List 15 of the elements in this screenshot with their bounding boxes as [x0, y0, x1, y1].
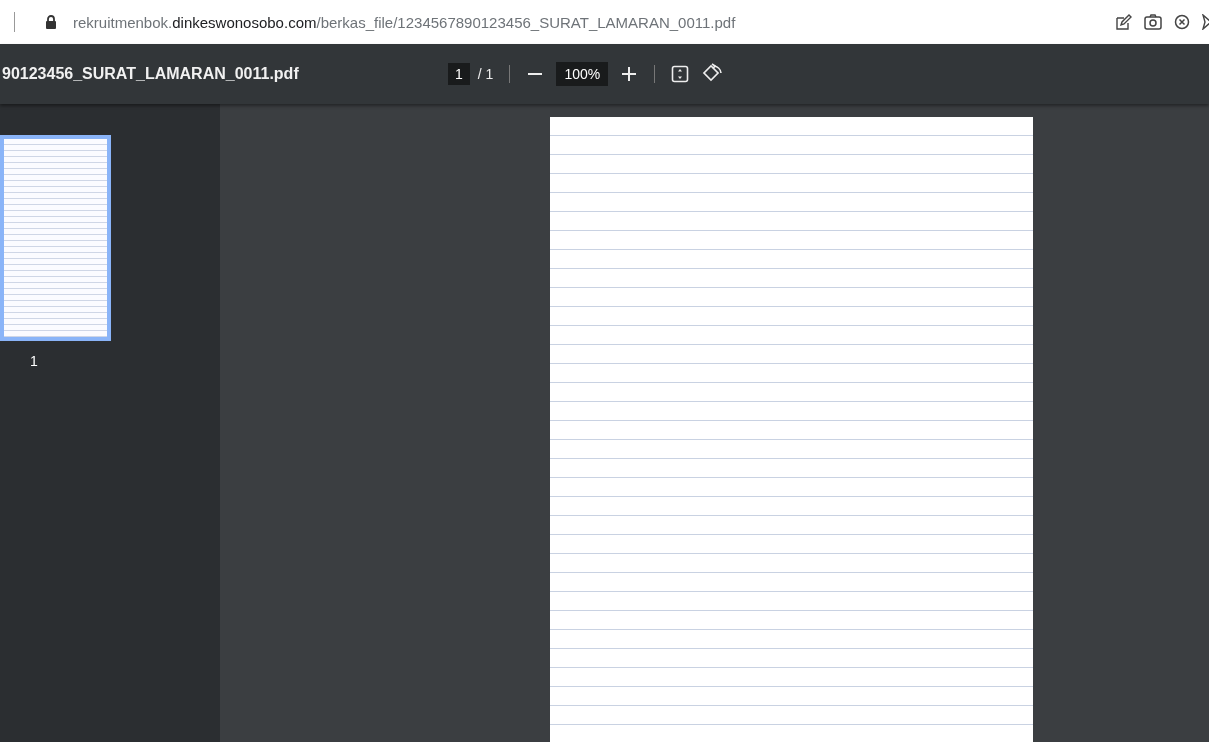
- page-number-field[interactable]: 1: [448, 63, 470, 85]
- close-circle-icon[interactable]: [1174, 14, 1190, 30]
- url-part[interactable]: /berkas_file/1234567890123456_SURAT_LAMARAN_0011.pdf: [316, 13, 736, 31]
- url-domain[interactable]: dinkeswonosobo.com: [172, 13, 317, 31]
- fit-page-icon[interactable]: [671, 65, 690, 83]
- edit-icon[interactable]: [1115, 13, 1132, 31]
- zoom-in-icon[interactable]: [620, 65, 639, 83]
- camera-icon[interactable]: [1144, 14, 1162, 30]
- zoom-field[interactable]: 100%: [556, 62, 609, 86]
- page-total: / 1: [477, 66, 494, 82]
- page-thumbnail[interactable]: [0, 135, 111, 341]
- document-title: 90123456_SURAT_LAMARAN_0011.pdf: [2, 65, 299, 82]
- page-number-label: 1: [30, 353, 38, 369]
- send-icon[interactable]: [1202, 14, 1209, 30]
- url-part[interactable]: rekruitmenbok.: [73, 13, 173, 31]
